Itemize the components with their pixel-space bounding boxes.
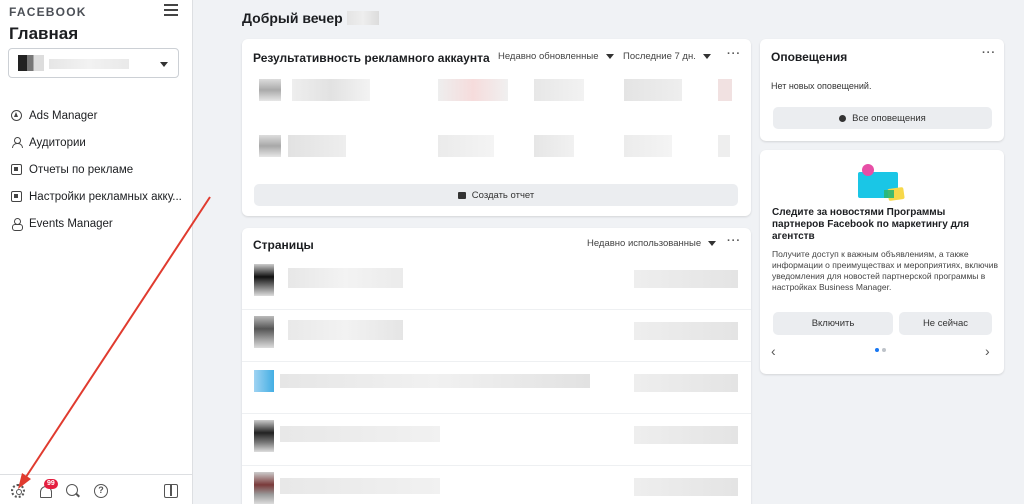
all-notifications-label: Все оповещения — [852, 112, 926, 124]
search-icon[interactable] — [66, 484, 80, 498]
ad-account-row-redacted[interactable] — [252, 135, 738, 157]
greeting-text: Добрый вечер — [242, 10, 343, 26]
sidebar-item-label: Ads Manager — [29, 109, 98, 122]
promo-title: Следите за новостями Программы партнеров… — [772, 207, 970, 242]
notification-count-badge: 99 — [44, 479, 58, 489]
ad-account-performance-card: Результативность рекламного аккаунта Нед… — [242, 39, 751, 216]
sidebar-item-label: Отчеты по рекламе — [29, 163, 134, 176]
chevron-right-icon[interactable]: › — [985, 343, 990, 359]
page-row-redacted[interactable] — [254, 472, 740, 504]
ad-account-settings-icon — [11, 191, 22, 202]
account-name-redacted — [49, 59, 129, 69]
partner-program-promo-card: Следите за новостями Программы партнеров… — [760, 150, 1004, 374]
events-manager-icon — [11, 218, 23, 231]
user-name-redacted — [346, 11, 379, 25]
create-report-label: Создать отчет — [471, 189, 535, 201]
hamburger-menu-icon[interactable] — [164, 4, 178, 16]
sidebar-bottom-toolbar: 99 ? — [0, 474, 192, 504]
enable-button[interactable]: Включить — [773, 312, 893, 335]
empty-notifications-text: Нет новых оповещений. — [771, 81, 872, 91]
audiences-icon — [11, 137, 23, 148]
business-account-selector[interactable] — [8, 48, 179, 78]
more-options-icon[interactable]: ··· — [982, 47, 996, 59]
page-row-redacted[interactable] — [254, 264, 740, 296]
help-icon[interactable]: ? — [94, 484, 108, 498]
chevron-down-icon — [702, 54, 711, 59]
pages-sort-dropdown[interactable]: Недавно использованные — [587, 238, 717, 249]
date-range-dropdown[interactable]: Последние 7 дн. — [623, 51, 711, 62]
greeting: Добрый вечер — [242, 10, 379, 26]
sidebar: FACEBOOK Главная Ads Manager Аудитории О… — [0, 0, 193, 504]
page-title: Главная — [9, 24, 79, 43]
card-title: Результативность рекламного аккаунта — [253, 51, 490, 65]
sidebar-nav: Ads Manager Аудитории Отчеты по рекламе … — [0, 102, 192, 237]
ad-account-row-redacted[interactable] — [252, 79, 738, 101]
pages-sort-label: Недавно использованные — [587, 238, 702, 249]
chevron-down-icon — [708, 241, 717, 246]
card-title: Страницы — [253, 238, 314, 252]
notifications-card: Оповещения ··· Нет новых оповещений. Все… — [760, 39, 1004, 141]
chevron-down-icon — [605, 54, 614, 59]
sidebar-item-audiences[interactable]: Аудитории — [0, 129, 192, 156]
report-icon — [457, 191, 466, 199]
settings-gear-icon[interactable] — [11, 484, 25, 498]
gear-icon — [839, 114, 847, 122]
sidebar-item-ads-manager[interactable]: Ads Manager — [0, 102, 192, 129]
date-range-label: Последние 7 дн. — [623, 51, 696, 62]
promo-body: Получите доступ к важным объявлениям, а … — [772, 249, 999, 292]
ads-manager-icon — [11, 110, 22, 121]
sidebar-item-ads-reporting[interactable]: Отчеты по рекламе — [0, 156, 192, 183]
sidebar-item-ad-account-settings[interactable]: Настройки рекламных акку... — [0, 183, 192, 210]
carousel-dot[interactable] — [882, 348, 886, 352]
chevron-left-icon[interactable]: ‹ — [771, 343, 776, 359]
all-notifications-button[interactable]: Все оповещения — [773, 107, 992, 129]
promo-illustration — [858, 164, 905, 201]
sidebar-item-label: Настройки рекламных акку... — [29, 190, 182, 203]
carousel-dots — [875, 348, 886, 352]
create-report-button[interactable]: Создать отчет — [254, 184, 738, 206]
sidebar-item-events-manager[interactable]: Events Manager — [0, 210, 192, 237]
sidebar-item-label: Events Manager — [29, 217, 113, 230]
ads-reporting-icon — [11, 164, 22, 175]
sort-filter-dropdown[interactable]: Недавно обновленные — [498, 51, 614, 62]
more-options-icon[interactable]: ··· — [727, 235, 741, 247]
page-row-redacted[interactable] — [254, 316, 740, 348]
chevron-down-icon — [160, 62, 168, 67]
page-row-redacted[interactable] — [254, 420, 740, 452]
card-title: Оповещения — [771, 50, 848, 64]
more-options-icon[interactable]: ··· — [727, 48, 741, 60]
sidebar-item-label: Аудитории — [29, 136, 86, 149]
not-now-button[interactable]: Не сейчас — [899, 312, 992, 335]
toggle-panel-icon[interactable] — [164, 484, 178, 498]
sort-filter-label: Недавно обновленные — [498, 51, 599, 62]
brand-logo: FACEBOOK — [9, 5, 87, 19]
pages-card: Страницы Недавно использованные ··· — [242, 228, 751, 504]
page-row-redacted[interactable] — [254, 370, 740, 402]
account-avatar — [18, 55, 44, 71]
carousel-dot-active[interactable] — [875, 348, 879, 352]
